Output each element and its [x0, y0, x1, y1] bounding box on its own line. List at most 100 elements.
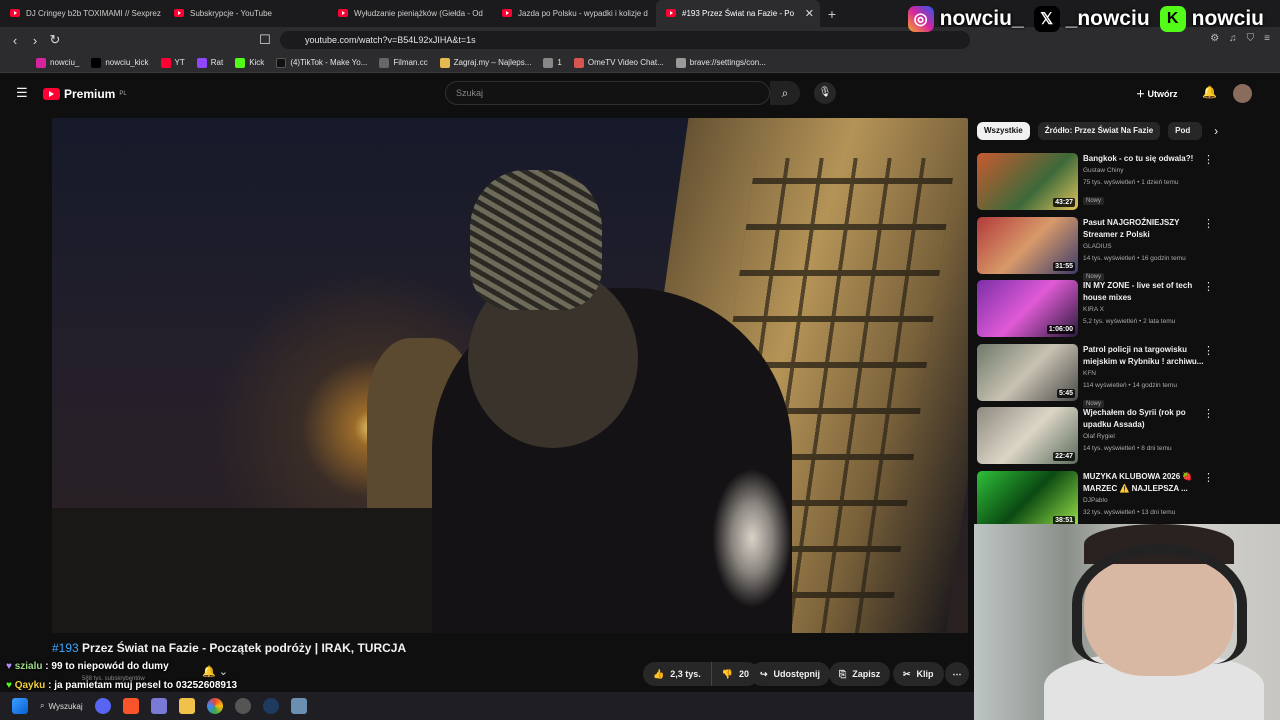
bookmark-item[interactable]: nowciu_kick: [91, 57, 149, 68]
list-item[interactable]: 38:51 MUZYKA KLUBOWA 2026 🍓 MARZEC ⚠️ NA…: [977, 469, 1222, 533]
rec-stats: 32 tys. wyświetleń • 13 dni temu: [1083, 508, 1176, 516]
file-explorer-icon[interactable]: [178, 698, 195, 714]
tree-scene: [712, 468, 792, 608]
tab-1[interactable]: DJ Cringey b2b TOXIMAMI // Sexprez: [0, 0, 164, 27]
chrome-icon[interactable]: [206, 698, 223, 714]
brave-icon[interactable]: [122, 698, 139, 714]
tab-4[interactable]: Jazda po Polsku - wypadki i kolizje d: [492, 0, 656, 27]
windows-taskbar: ⌕ Wyszukaj: [0, 692, 974, 720]
save-button[interactable]: ⎘ Zapisz: [829, 662, 891, 686]
chip-source[interactable]: Źródło: Przez Świat Na Fazie: [1037, 122, 1161, 140]
taskbar-search[interactable]: ⌕ Wyszukaj: [40, 701, 83, 711]
discord-icon[interactable]: [94, 698, 111, 714]
bookmark-label: nowciu_kick: [105, 58, 149, 67]
rec-channel[interactable]: Gustaw Chiny: [1083, 165, 1208, 177]
like-button[interactable]: 👍 2,3 tys.: [643, 662, 711, 686]
more-vert-icon[interactable]: ⋮: [1203, 280, 1214, 293]
hamburger-menu-icon[interactable]: ☰: [16, 85, 28, 101]
more-actions-button[interactable]: ⋯: [945, 662, 969, 686]
rec-title[interactable]: IN MY ZONE - live set of tech house mixe…: [1083, 280, 1208, 304]
bookmark-item[interactable]: Rat: [196, 57, 224, 68]
video-player[interactable]: [52, 118, 968, 633]
more-vert-icon[interactable]: ⋮: [1203, 217, 1214, 230]
settings-icon[interactable]: [290, 698, 307, 714]
bookmark-item[interactable]: YT: [160, 57, 185, 68]
more-vert-icon[interactable]: ⋮: [1203, 407, 1214, 420]
share-button[interactable]: ↪ Udostępnij: [750, 662, 831, 686]
rec-title[interactable]: Bangkok - co tu się odwala?!: [1083, 153, 1208, 165]
chip-all[interactable]: Wszystkie: [977, 122, 1030, 140]
list-item[interactable]: 31:55 Pasut NAJGROŹNIEJSZY Streamer z Po…: [977, 215, 1222, 281]
logo-region: PL: [119, 91, 127, 97]
video-thumbnail[interactable]: 22:47: [977, 407, 1078, 464]
windows-start-icon[interactable]: [12, 698, 28, 714]
close-tab-icon[interactable]: ✕: [805, 7, 814, 20]
video-thumbnail[interactable]: 31:55: [977, 216, 1078, 274]
new-tab-button[interactable]: +: [820, 6, 844, 22]
clip-group: ✂ Klip: [893, 662, 944, 686]
tab-2[interactable]: Subskrypcje - YouTube: [164, 0, 328, 27]
rec-title[interactable]: Patrol policji na targowisku miejskim w …: [1083, 344, 1208, 368]
rec-channel[interactable]: KIRA X: [1083, 304, 1208, 316]
app-icon[interactable]: [262, 698, 279, 714]
bookmark-icon[interactable]: ☐: [255, 32, 275, 48]
chevron-right-icon[interactable]: ›: [1214, 124, 1218, 138]
rec-channel[interactable]: Olaf Rygiel: [1083, 431, 1208, 443]
save-group: ⎘ Zapisz: [829, 662, 891, 686]
avatar[interactable]: [1233, 84, 1252, 103]
youtube-logo[interactable]: Premium PL: [43, 87, 127, 101]
list-item[interactable]: 22:47 Wjechałem do Syrii (rok po upadku …: [977, 405, 1222, 469]
rec-channel[interactable]: GLADIUS: [1083, 241, 1208, 253]
search-icon: ⌕: [40, 701, 45, 710]
create-button[interactable]: ＋ Utwórz: [1136, 87, 1178, 100]
video-number-link[interactable]: #193: [52, 641, 79, 655]
bookmark-favicon: [675, 57, 686, 68]
bookmark-item[interactable]: brave://settings/con...: [675, 57, 766, 68]
bookmark-item[interactable]: 1: [543, 57, 562, 68]
microphone-icon[interactable]: 🎙: [814, 82, 836, 104]
video-duration: 1:06:00: [1046, 325, 1075, 334]
tab-active[interactable]: #193 Przez Świat na Fazie - Po ✕: [656, 0, 820, 27]
obs-icon[interactable]: [234, 698, 251, 714]
video-thumbnail[interactable]: 5:45: [977, 343, 1078, 401]
app-icon[interactable]: [150, 698, 167, 714]
person-hat: [470, 170, 602, 310]
url-field[interactable]: youtube.com/watch?v=B54L92xJIHA&t=1s: [280, 31, 970, 49]
rec-title[interactable]: Pasut NAJGROŹNIEJSZY Streamer z Polski: [1083, 217, 1208, 241]
chip-pod[interactable]: Pod: [1168, 122, 1203, 140]
rec-title[interactable]: Wjechałem do Syrii (rok po upadku Assada…: [1083, 407, 1208, 431]
list-item[interactable]: 43:27 Bangkok - co tu się odwala?! Gustaw…: [977, 151, 1222, 215]
rec-stats: 14 tys. wyświetleń • 16 godzin temu: [1083, 254, 1186, 262]
list-item[interactable]: 1:06:00 IN MY ZONE - live set of tech ho…: [977, 278, 1222, 342]
rec-channel[interactable]: KFN: [1083, 368, 1208, 380]
reload-icon[interactable]: ↻: [45, 32, 65, 48]
bookmark-item[interactable]: Kick: [235, 57, 264, 68]
video-thumbnail[interactable]: 1:06:00: [977, 280, 1078, 337]
notifications-bell-icon[interactable]: 🔔: [1202, 85, 1217, 99]
bookmark-item[interactable]: Filman.cc: [379, 57, 428, 68]
list-item[interactable]: 5:45 Patrol policji na targowisku miejsk…: [977, 342, 1222, 408]
search-icon[interactable]: ⌕: [770, 81, 800, 105]
subscribe-bell-icon[interactable]: 🔔 ⌄: [202, 665, 228, 678]
bookmark-item[interactable]: OmeTV Video Chat...: [573, 57, 664, 68]
bookmark-item[interactable]: nowciu_: [36, 57, 79, 68]
video-thumbnail[interactable]: 38:51: [977, 470, 1078, 528]
more-vert-icon[interactable]: ⋮: [1203, 153, 1214, 166]
rec-title[interactable]: MUZYKA KLUBOWA 2026 🍓 MARZEC ⚠️ NAJLEPSZ…: [1083, 471, 1208, 495]
forward-icon[interactable]: ›: [25, 33, 45, 48]
bookmark-item[interactable]: (4)TikTok - Make Yo...: [276, 57, 367, 68]
back-icon[interactable]: ‹: [5, 33, 25, 48]
chat-message: ♥ Qayku : ja pamietam muj pesel to 03252…: [6, 680, 238, 691]
search-input[interactable]: Szukaj: [445, 81, 770, 105]
more-vert-icon[interactable]: ⋮: [1203, 344, 1214, 357]
more-vert-icon[interactable]: ⋮: [1203, 471, 1214, 484]
rec-channel[interactable]: DJPablo: [1083, 495, 1208, 507]
youtube-icon: [666, 9, 676, 17]
tab-label: Jazda po Polsku - wypadki i kolizje d: [518, 9, 648, 18]
video-thumbnail[interactable]: 43:27: [977, 153, 1078, 210]
bookmark-item[interactable]: Zagraj.my – Najleps...: [439, 57, 531, 68]
clip-button[interactable]: ✂ Klip: [893, 662, 944, 686]
bookmark-label: Rat: [210, 58, 224, 67]
tab-3[interactable]: Wyłudzanie pieniążków (Giełda - Od: [328, 0, 492, 27]
scissors-icon: ✂: [903, 668, 911, 679]
